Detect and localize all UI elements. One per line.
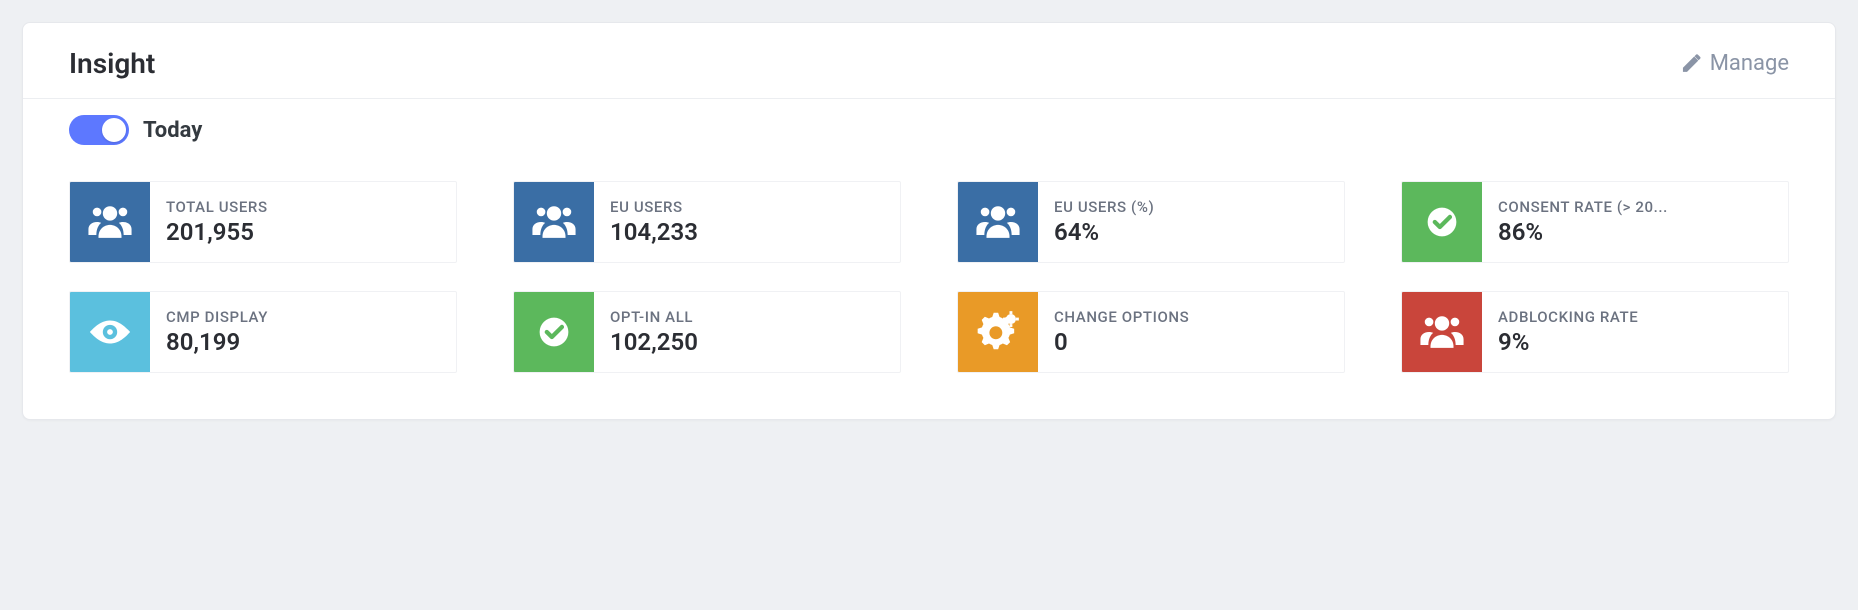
filter-row: Today	[23, 99, 1835, 153]
stat-value: 9%	[1498, 328, 1638, 356]
manage-link[interactable]: Manage	[1682, 51, 1789, 76]
stat-value: 80,199	[166, 328, 268, 356]
stat-eu-users: EU USERS 104,233	[513, 181, 901, 263]
check-icon	[1402, 182, 1482, 262]
users-icon	[958, 182, 1038, 262]
eye-icon	[70, 292, 150, 372]
stat-label: OPT-IN ALL	[610, 308, 698, 326]
stat-body: CHANGE OPTIONS 0	[1038, 292, 1205, 372]
stat-body: EU USERS 104,233	[594, 182, 714, 262]
stat-value: 201,955	[166, 218, 268, 246]
users-icon	[514, 182, 594, 262]
stat-label: CONSENT RATE (> 20...	[1498, 198, 1668, 216]
stat-value: 104,233	[610, 218, 698, 246]
stat-label: CHANGE OPTIONS	[1054, 308, 1189, 326]
stat-eu-users-pct: EU USERS (%) 64%	[957, 181, 1345, 263]
card-title: Insight	[69, 47, 155, 80]
stat-body: EU USERS (%) 64%	[1038, 182, 1170, 262]
stat-body: ADBLOCKING RATE 9%	[1482, 292, 1654, 372]
stat-value: 0	[1054, 328, 1189, 356]
stat-body: OPT-IN ALL 102,250	[594, 292, 714, 372]
stat-opt-in-all: OPT-IN ALL 102,250	[513, 291, 901, 373]
stat-body: CONSENT RATE (> 20... 86%	[1482, 182, 1684, 262]
check-icon	[514, 292, 594, 372]
stat-body: TOTAL USERS 201,955	[150, 182, 284, 262]
stat-body: CMP DISPLAY 80,199	[150, 292, 284, 372]
stat-label: ADBLOCKING RATE	[1498, 308, 1638, 326]
stat-label: CMP DISPLAY	[166, 308, 268, 326]
stat-value: 86%	[1498, 218, 1668, 246]
stat-cmp-display: CMP DISPLAY 80,199	[69, 291, 457, 373]
stat-adblocking-rate: ADBLOCKING RATE 9%	[1401, 291, 1789, 373]
edit-icon	[1682, 54, 1702, 74]
stat-consent-rate: CONSENT RATE (> 20... 86%	[1401, 181, 1789, 263]
stat-change-options: CHANGE OPTIONS 0	[957, 291, 1345, 373]
toggle-label: Today	[143, 118, 202, 143]
stat-label: TOTAL USERS	[166, 198, 268, 216]
stat-total-users: TOTAL USERS 201,955	[69, 181, 457, 263]
insight-card: Insight Manage Today TOTAL USERS 201,955	[22, 22, 1836, 420]
stats-grid: TOTAL USERS 201,955 EU USERS 104,233 EU …	[23, 153, 1835, 419]
stat-label: EU USERS	[610, 198, 698, 216]
gears-icon	[958, 292, 1038, 372]
stat-value: 102,250	[610, 328, 698, 356]
today-toggle[interactable]	[69, 115, 129, 145]
manage-label: Manage	[1710, 51, 1789, 76]
toggle-knob	[102, 118, 126, 142]
users-icon	[70, 182, 150, 262]
users-icon	[1402, 292, 1482, 372]
stat-value: 64%	[1054, 218, 1154, 246]
card-header: Insight Manage	[23, 23, 1835, 99]
stat-label: EU USERS (%)	[1054, 198, 1154, 216]
